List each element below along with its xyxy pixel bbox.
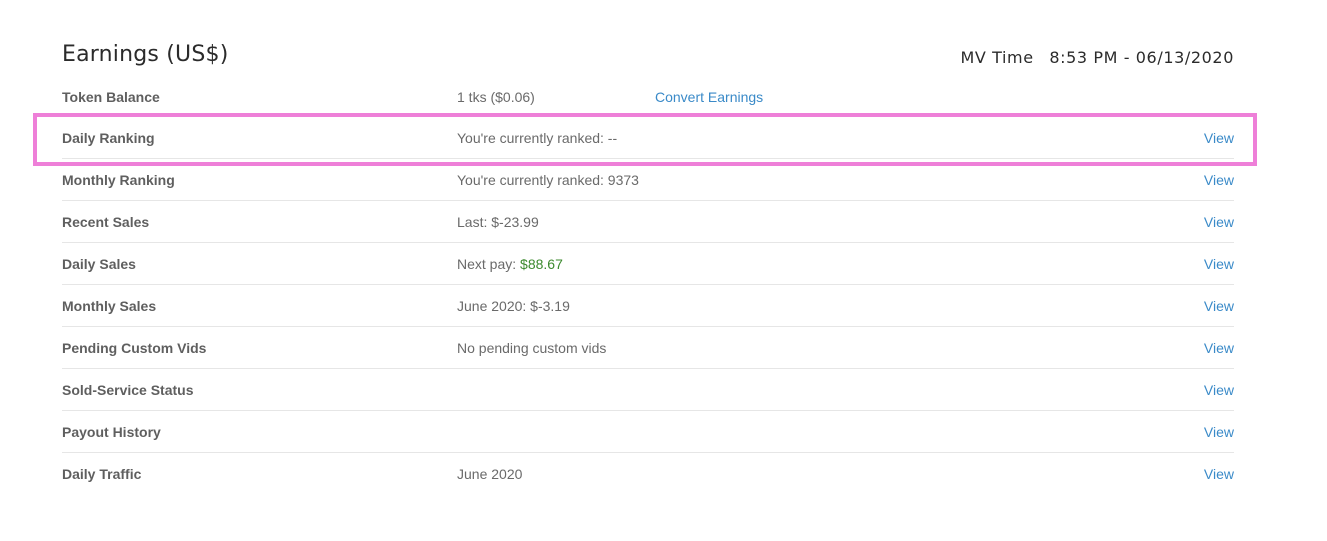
daily-traffic-view-link[interactable]: View <box>1204 466 1234 482</box>
row-value: June 2020 <box>457 466 523 482</box>
row-label: Token Balance <box>62 89 160 105</box>
table-row-payout-history: Payout History View <box>62 411 1234 453</box>
row-label: Recent Sales <box>62 214 150 230</box>
recent-sales-view-link[interactable]: View <box>1204 214 1234 230</box>
daily-sales-view-link[interactable]: View <box>1204 256 1234 272</box>
mv-time-label: MV Time <box>960 48 1034 67</box>
payout-history-view-link[interactable]: View <box>1204 424 1234 440</box>
row-value: Next pay: $88.67 <box>457 256 563 272</box>
row-label: Daily Sales <box>62 256 136 272</box>
row-label: Pending Custom Vids <box>62 340 207 356</box>
pending-custom-vids-view-link[interactable]: View <box>1204 340 1234 356</box>
row-value: You're currently ranked: -- <box>457 130 618 146</box>
earnings-panel: Earnings (US$) MV Time 8:53 PM - 06/13/2… <box>62 40 1234 494</box>
next-pay-amount: $88.67 <box>520 256 563 272</box>
row-label: Daily Traffic <box>62 466 142 482</box>
row-value: 1 tks ($0.06) <box>457 89 535 105</box>
next-pay-label: Next pay: <box>457 256 521 272</box>
row-value: You're currently ranked: 9373 <box>457 172 639 188</box>
mv-time: MV Time 8:53 PM - 06/13/2020 <box>960 48 1234 67</box>
table-row-recent-sales: Recent Sales Last: $-23.99 View <box>62 201 1234 243</box>
row-value: No pending custom vids <box>457 340 607 356</box>
table-row-sold-service-status: Sold-Service Status View <box>62 369 1234 411</box>
table-row-token-balance: Token Balance 1 tks ($0.06) Convert Earn… <box>62 76 1234 117</box>
row-label: Payout History <box>62 424 161 440</box>
table-row-monthly-sales: Monthly Sales June 2020: $-3.19 View <box>62 285 1234 327</box>
mv-time-value: 8:53 PM - 06/13/2020 <box>1049 48 1234 67</box>
monthly-ranking-view-link[interactable]: View <box>1204 172 1234 188</box>
daily-ranking-view-link[interactable]: View <box>1204 130 1234 146</box>
row-label: Monthly Ranking <box>62 172 175 188</box>
earnings-header: Earnings (US$) MV Time 8:53 PM - 06/13/2… <box>62 40 1234 76</box>
row-value: June 2020: $-3.19 <box>457 298 570 314</box>
row-label: Daily Ranking <box>62 130 155 146</box>
row-label: Monthly Sales <box>62 298 157 314</box>
row-label: Sold-Service Status <box>62 382 194 398</box>
earnings-table: Token Balance 1 tks ($0.06) Convert Earn… <box>62 76 1234 494</box>
sold-service-status-view-link[interactable]: View <box>1204 382 1234 398</box>
page-title: Earnings (US$) <box>62 42 229 67</box>
table-row-pending-custom-vids: Pending Custom Vids No pending custom vi… <box>62 327 1234 369</box>
table-row-daily-ranking: Daily Ranking You're currently ranked: -… <box>62 117 1234 159</box>
table-row-daily-traffic: Daily Traffic June 2020 View <box>62 453 1234 494</box>
row-value: Last: $-23.99 <box>457 214 539 230</box>
convert-earnings-link[interactable]: Convert Earnings <box>655 89 763 105</box>
table-row-monthly-ranking: Monthly Ranking You're currently ranked:… <box>62 159 1234 201</box>
table-row-daily-sales: Daily Sales Next pay: $88.67 View <box>62 243 1234 285</box>
monthly-sales-view-link[interactable]: View <box>1204 298 1234 314</box>
